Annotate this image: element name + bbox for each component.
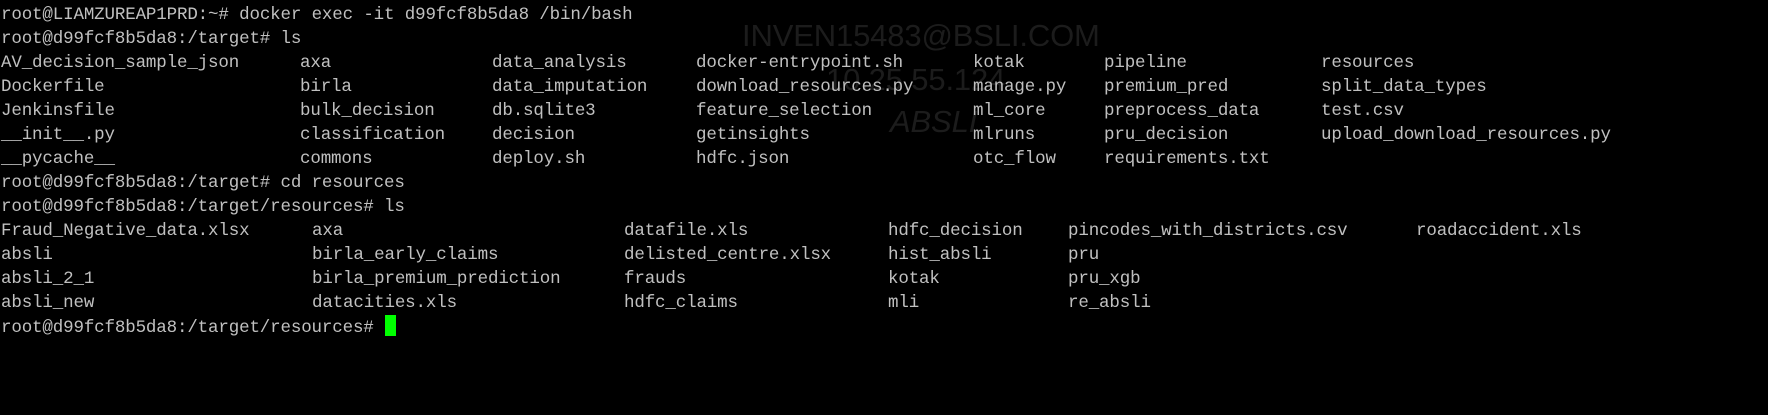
file-entry: __pycache__	[1, 149, 115, 169]
file-entry: classification	[300, 125, 445, 145]
terminal-window[interactable]: INVEN15483@BSLI.COM 10.25.55.124 ABSLI r…	[0, 0, 1768, 415]
watermark-email: INVEN15483@BSLI.COM	[742, 18, 1100, 53]
file-entry: preprocess_data	[1104, 101, 1260, 121]
file-entry: resources	[1321, 53, 1415, 73]
prompt-line: root@d99fcf8b5da8:/target/resources# ls	[1, 195, 405, 219]
file-entry: roadaccident.xls	[1416, 221, 1582, 241]
file-entry: decision	[492, 125, 575, 145]
file-entry: commons	[300, 149, 373, 169]
active-prompt-line: root@d99fcf8b5da8:/target/resources#	[1, 315, 397, 339]
file-entry: pipeline	[1104, 53, 1187, 73]
file-entry: birla_early_claims	[312, 245, 499, 265]
file-entry: pincodes_with_districts.csv	[1068, 221, 1348, 241]
file-entry: kotak	[973, 53, 1025, 73]
file-entry: hdfc.json	[696, 149, 790, 169]
file-entry: absli_new	[1, 293, 95, 313]
file-entry: datacities.xls	[312, 293, 457, 313]
file-entry: birla_premium_prediction	[312, 269, 561, 289]
shell-prompt: root@d99fcf8b5da8:/target#	[1, 173, 271, 193]
file-entry: upload_download_resources.py	[1321, 125, 1611, 145]
file-entry: birla	[300, 77, 352, 97]
file-entry: __init__.py	[1, 125, 115, 145]
file-entry: test.csv	[1321, 101, 1404, 121]
file-entry: hdfc_decision	[888, 221, 1023, 241]
file-entry: data_analysis	[492, 53, 627, 73]
file-entry: absli	[1, 245, 53, 265]
file-entry: kotak	[888, 269, 940, 289]
file-entry: docker-entrypoint.sh	[696, 53, 904, 73]
file-entry: ml_core	[973, 101, 1046, 121]
file-entry: pru	[1068, 245, 1100, 265]
file-entry: bulk_decision	[300, 101, 435, 121]
prompt-line: root@d99fcf8b5da8:/target# ls	[1, 27, 301, 51]
file-entry: pru_decision	[1104, 125, 1229, 145]
shell-prompt: root@d99fcf8b5da8:/target#	[1, 29, 271, 49]
file-entry: frauds	[624, 269, 687, 289]
prompt-line: root@LIAMZUREAP1PRD:~# docker exec -it d…	[1, 3, 633, 27]
file-entry: absli_2_1	[1, 269, 95, 289]
file-entry: hist_absli	[888, 245, 992, 265]
file-entry: getinsights	[696, 125, 810, 145]
file-entry: mli	[888, 293, 920, 313]
shell-prompt: root@d99fcf8b5da8:/target/resources#	[1, 197, 374, 217]
file-entry: premium_pred	[1104, 77, 1229, 97]
file-entry: hdfc_claims	[624, 293, 738, 313]
watermark-company: ABSLI	[890, 104, 978, 139]
command-text: docker exec -it d99fcf8b5da8 /bin/bash	[239, 5, 633, 25]
file-entry: requirements.txt	[1104, 149, 1270, 169]
file-entry: delisted_centre.xlsx	[624, 245, 832, 265]
file-entry: data_imputation	[492, 77, 648, 97]
file-entry: mlruns	[973, 125, 1036, 145]
file-entry: otc_flow	[973, 149, 1056, 169]
text-cursor	[385, 315, 397, 336]
file-entry: datafile.xls	[624, 221, 749, 241]
file-entry: axa	[312, 221, 344, 241]
file-entry: pru_xgb	[1068, 269, 1141, 289]
shell-prompt: root@d99fcf8b5da8:/target/resources#	[1, 318, 374, 338]
command-text: ls	[384, 197, 405, 217]
command-text: ls	[280, 29, 302, 49]
file-entry: Fraud_Negative_data.xlsx	[1, 221, 250, 241]
prompt-line: root@d99fcf8b5da8:/target# cd resources	[1, 171, 405, 195]
file-entry: db.sqlite3	[492, 101, 596, 121]
file-entry: split_data_types	[1321, 77, 1487, 97]
file-entry: Dockerfile	[1, 77, 105, 97]
file-entry: re_absli	[1068, 293, 1151, 313]
file-entry: deploy.sh	[492, 149, 586, 169]
file-entry: download_resources.py	[696, 77, 914, 97]
shell-prompt: root@LIAMZUREAP1PRD:~#	[1, 5, 229, 25]
command-text: cd resources	[280, 173, 405, 193]
file-entry: Jenkinsfile	[1, 101, 115, 121]
file-entry: manage.py	[973, 77, 1067, 97]
file-entry: axa	[300, 53, 332, 73]
file-entry: feature_selection	[696, 101, 872, 121]
file-entry: AV_decision_sample_json	[1, 53, 240, 73]
